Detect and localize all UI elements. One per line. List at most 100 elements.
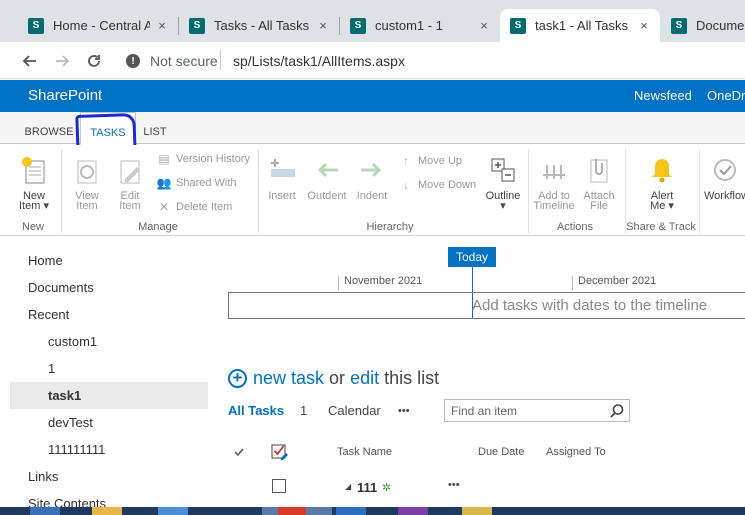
new-task-link[interactable]: new task [253, 368, 324, 389]
view-all-tasks[interactable]: All Tasks [228, 403, 284, 418]
group-label-manage: Manage [138, 221, 178, 233]
browser-tab[interactable]: S custom1 - 1 × [340, 9, 500, 42]
task-row-checkbox[interactable] [272, 479, 286, 493]
attach-file-button[interactable]: Attach File [580, 155, 618, 212]
address-bar[interactable]: sp/Lists/task1/AllItems.aspx [233, 53, 405, 69]
indent-button[interactable]: Indent [353, 155, 391, 202]
edit-item-icon [120, 160, 140, 184]
workflows-button[interactable]: Workflow [704, 155, 745, 201]
add-circle-icon[interactable]: + [228, 369, 247, 388]
close-icon[interactable]: × [476, 18, 492, 33]
browser-toolbar: ! Not secure sp/Lists/task1/AllItems.asp… [0, 42, 745, 79]
or-text: or [329, 368, 346, 388]
column-assigned-to[interactable]: Assigned To [546, 446, 606, 458]
taskbar-app-icon[interactable] [398, 507, 428, 515]
item-menu-ellipsis[interactable]: ••• [448, 479, 460, 491]
nav-links[interactable]: Links [28, 469, 58, 484]
delete-item-label: Delete Item [176, 201, 233, 213]
close-icon[interactable]: × [154, 18, 170, 33]
task-name-link[interactable]: 111 [357, 480, 377, 495]
insert-button[interactable]: Insert [264, 155, 300, 202]
view-item-label-2: Item [76, 200, 98, 212]
sharepoint-favicon-icon: S [671, 17, 687, 34]
nav-recent-111111111[interactable]: 111111111 [48, 442, 105, 457]
view-calendar[interactable]: Calendar [328, 403, 381, 418]
nav-home[interactable]: Home [28, 253, 63, 268]
delete-item-button[interactable]: ✕ Delete Item [156, 199, 232, 215]
nav-recent-custom1[interactable]: custom1 [48, 334, 97, 349]
security-label[interactable]: Not secure [150, 53, 218, 69]
add-to-timeline-button[interactable]: Add to Timeline [532, 155, 576, 212]
edit-list-link[interactable]: edit [350, 368, 379, 389]
month-tick [338, 276, 339, 290]
browser-tab[interactable]: S Home - Central Ad × [18, 9, 178, 42]
outdent-button[interactable]: Outdent [305, 155, 349, 202]
column-due-date[interactable]: Due Date [478, 446, 524, 458]
suite-bar: SharePoint Newsfeed OneDri [0, 80, 745, 112]
suite-link-onedrive[interactable]: OneDri [707, 88, 745, 103]
back-arrow-icon[interactable] [18, 49, 42, 73]
nav-recent-devtest[interactable]: devTest [48, 415, 93, 430]
move-down-label: Move Down [418, 179, 477, 191]
collapse-triangle-icon[interactable]: ◢ [345, 482, 351, 491]
nav-selection-highlight [10, 382, 208, 409]
new-item-button[interactable]: New Item ▾ [12, 155, 56, 212]
browser-tab[interactable]: S Tasks - All Tasks × [179, 9, 339, 42]
forward-arrow-icon[interactable] [50, 49, 74, 73]
browser-tab-title: Documen [696, 18, 745, 33]
tab-list[interactable]: LIST [136, 112, 174, 144]
view-item-button[interactable]: View Item [68, 155, 106, 212]
group-separator [528, 149, 529, 233]
shared-with-button[interactable]: 👥 Shared With [156, 175, 237, 191]
reload-icon[interactable] [82, 49, 106, 73]
outline-button[interactable]: Outline ▾ [482, 155, 524, 212]
nav-recent[interactable]: Recent [28, 307, 69, 322]
outline-icon [491, 158, 515, 182]
browser-tab[interactable]: S Documen [661, 9, 745, 42]
sharepoint-favicon-icon: S [189, 17, 205, 34]
group-separator [699, 149, 700, 233]
checkmark-icon[interactable] [233, 446, 245, 458]
taskbar-app-icon[interactable] [30, 507, 60, 515]
taskbar-app-icon[interactable] [92, 507, 122, 515]
browser-tab-title: Home - Central Ad [53, 18, 150, 33]
taskbar-app-icon[interactable] [336, 507, 366, 515]
version-history-button[interactable]: ▤ Version History [156, 151, 250, 167]
taskbar-app-icon[interactable] [462, 507, 492, 515]
brand-title[interactable]: SharePoint [28, 87, 102, 104]
nav-documents[interactable]: Documents [28, 280, 94, 295]
warning-icon[interactable]: ! [126, 54, 140, 68]
tab-browse[interactable]: BROWSE [20, 112, 78, 144]
column-task-name[interactable]: Task Name [337, 446, 392, 458]
outdent-icon [317, 162, 338, 178]
browser-tab-title: task1 - All Tasks [535, 18, 628, 33]
url-separator [220, 50, 221, 70]
browser-tabstrip: S Home - Central Ad × S Tasks - All Task… [0, 0, 745, 42]
move-down-button[interactable]: ↓ Move Down [398, 177, 476, 193]
search-input[interactable]: Find an item [444, 399, 630, 422]
insert-label: Insert [268, 190, 296, 202]
insert-icon [271, 159, 295, 177]
group-label-actions: Actions [556, 221, 594, 233]
alert-me-label-2: Me ▾ [650, 200, 674, 212]
alert-me-button[interactable]: Alert Me ▾ [642, 155, 682, 212]
nav-recent-1[interactable]: 1 [48, 361, 55, 376]
close-icon[interactable]: × [315, 18, 331, 33]
move-up-label: Move Up [418, 155, 463, 167]
search-icon[interactable] [609, 403, 625, 419]
more-views-ellipsis[interactable]: ••• [398, 405, 410, 417]
search-placeholder: Find an item [451, 404, 518, 418]
suite-link-newsfeed[interactable]: Newsfeed [634, 88, 692, 103]
taskbar-app-icon[interactable] [158, 507, 188, 515]
close-icon[interactable]: × [636, 18, 652, 33]
new-item-marker-icon: ✲ [382, 482, 392, 494]
browser-tab-active[interactable]: S task1 - All Tasks × [500, 9, 660, 42]
nav-recent-task1[interactable]: task1 [48, 388, 81, 403]
move-up-button[interactable]: ↑ Move Up [398, 153, 462, 169]
bell-icon [652, 159, 672, 183]
edit-item-button[interactable]: Edit Item [112, 155, 148, 212]
view-1[interactable]: 1 [300, 403, 307, 418]
today-marker: Today [448, 247, 496, 267]
arrow-down-icon: ↓ [403, 178, 409, 192]
taskbar-app-icon[interactable] [278, 507, 306, 515]
